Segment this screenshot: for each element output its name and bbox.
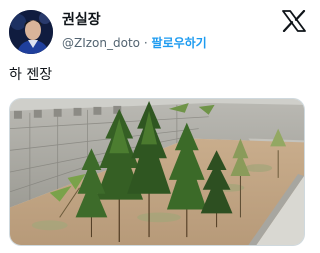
follow-button[interactable]: 팔로우하기 [152, 36, 207, 50]
tweet-text: 하 젠장 [9, 67, 53, 83]
author-meta: @ZIzon_doto · 팔로우하기 [62, 36, 207, 51]
garden-photo [10, 99, 304, 245]
x-logo-icon[interactable] [282, 9, 306, 33]
avatar-image [9, 10, 53, 54]
author-handle[interactable]: @ZIzon_doto [62, 36, 140, 50]
tweet-photo[interactable] [9, 98, 305, 246]
meta-separator: · [143, 36, 148, 50]
avatar[interactable] [9, 10, 53, 54]
author-name[interactable]: 권실장 [62, 12, 101, 29]
